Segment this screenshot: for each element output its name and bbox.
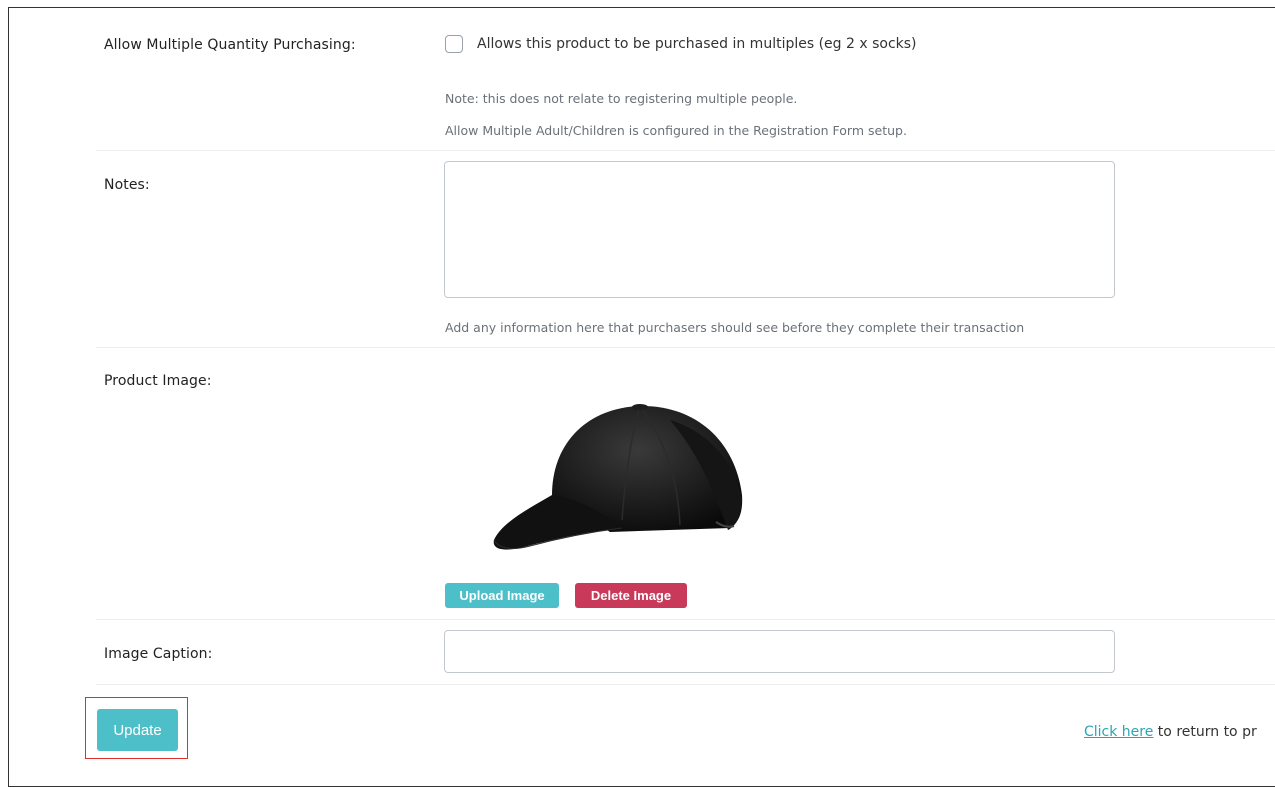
multiple-quantity-checkbox-text[interactable]: Allows this product to be purchased in m…	[477, 36, 917, 52]
return-text: Click here to return to pr	[1084, 724, 1257, 740]
delete-image-button[interactable]: Delete Image	[575, 583, 687, 608]
return-text-suffix: to return to pr	[1153, 724, 1257, 740]
upload-image-button[interactable]: Upload Image	[445, 583, 559, 608]
multiple-quantity-note-2: Allow Multiple Adult/Children is configu…	[445, 123, 907, 138]
product-image-cap	[493, 404, 743, 550]
product-image-label: Product Image:	[104, 373, 212, 389]
multiple-quantity-note-1: Note: this does not relate to registerin…	[445, 91, 798, 106]
notes-label: Notes:	[104, 177, 150, 193]
notes-textarea[interactable]	[444, 161, 1115, 298]
image-caption-label: Image Caption:	[104, 646, 213, 662]
multiple-quantity-checkbox[interactable]	[445, 35, 463, 53]
notes-help-text: Add any information here that purchasers…	[445, 320, 1025, 335]
image-caption-input[interactable]	[444, 630, 1115, 673]
update-button[interactable]: Update	[97, 709, 178, 751]
return-link[interactable]: Click here	[1084, 724, 1153, 740]
multiple-quantity-label: Allow Multiple Quantity Purchasing:	[104, 37, 356, 53]
